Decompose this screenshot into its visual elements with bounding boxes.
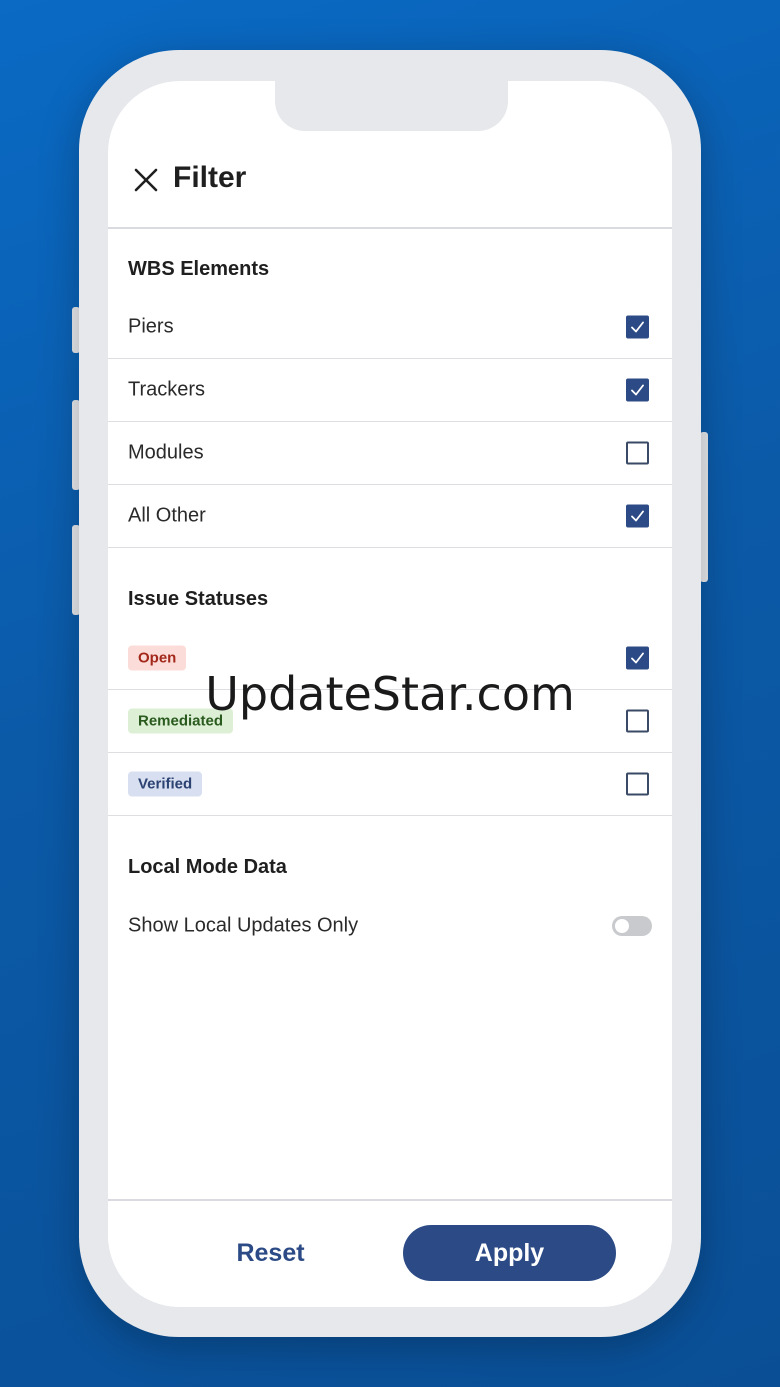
check-icon bbox=[631, 652, 644, 664]
wbs-item-all-other[interactable]: All Other bbox=[108, 485, 672, 548]
local-updates-row[interactable]: Show Local Updates Only bbox=[108, 894, 672, 957]
wbs-item-piers[interactable]: Piers bbox=[108, 296, 672, 359]
wbs-item-label: All Other bbox=[128, 504, 206, 527]
check-icon bbox=[631, 510, 644, 522]
phone-power-button bbox=[700, 432, 708, 582]
wbs-section-title: WBS Elements bbox=[128, 258, 270, 280]
local-updates-label: Show Local Updates Only bbox=[128, 914, 359, 936]
toggle-knob bbox=[615, 918, 629, 933]
wbs-item-trackers[interactable]: Trackers bbox=[108, 359, 672, 422]
apply-button[interactable]: Apply bbox=[403, 1225, 616, 1281]
check-icon bbox=[631, 384, 644, 396]
check-icon bbox=[631, 321, 644, 333]
page-title: Filter bbox=[173, 161, 247, 194]
watermark-text: UpdateStar.com bbox=[205, 667, 575, 721]
wbs-item-label: Piers bbox=[128, 315, 174, 338]
local-section-title: Local Mode Data bbox=[128, 856, 287, 878]
wbs-item-label: Modules bbox=[128, 441, 204, 464]
verified-checkbox[interactable] bbox=[626, 772, 649, 796]
status-item-verified[interactable]: Verified bbox=[108, 753, 672, 816]
close-icon[interactable] bbox=[133, 167, 159, 193]
wbs-item-label: Trackers bbox=[128, 378, 206, 401]
wbs-item-modules[interactable]: Modules bbox=[108, 422, 672, 485]
piers-checkbox[interactable] bbox=[626, 315, 649, 339]
local-updates-toggle[interactable] bbox=[612, 915, 652, 936]
statuses-section-title: Issue Statuses bbox=[128, 588, 269, 610]
reset-button[interactable]: Reset bbox=[198, 1225, 343, 1281]
all-other-checkbox[interactable] bbox=[626, 504, 649, 528]
phone-notch bbox=[275, 81, 508, 131]
filter-footer: Reset Apply bbox=[108, 1199, 672, 1307]
modules-checkbox[interactable] bbox=[626, 441, 649, 465]
trackers-checkbox[interactable] bbox=[626, 378, 649, 402]
status-badge-verified: Verified bbox=[128, 771, 203, 797]
